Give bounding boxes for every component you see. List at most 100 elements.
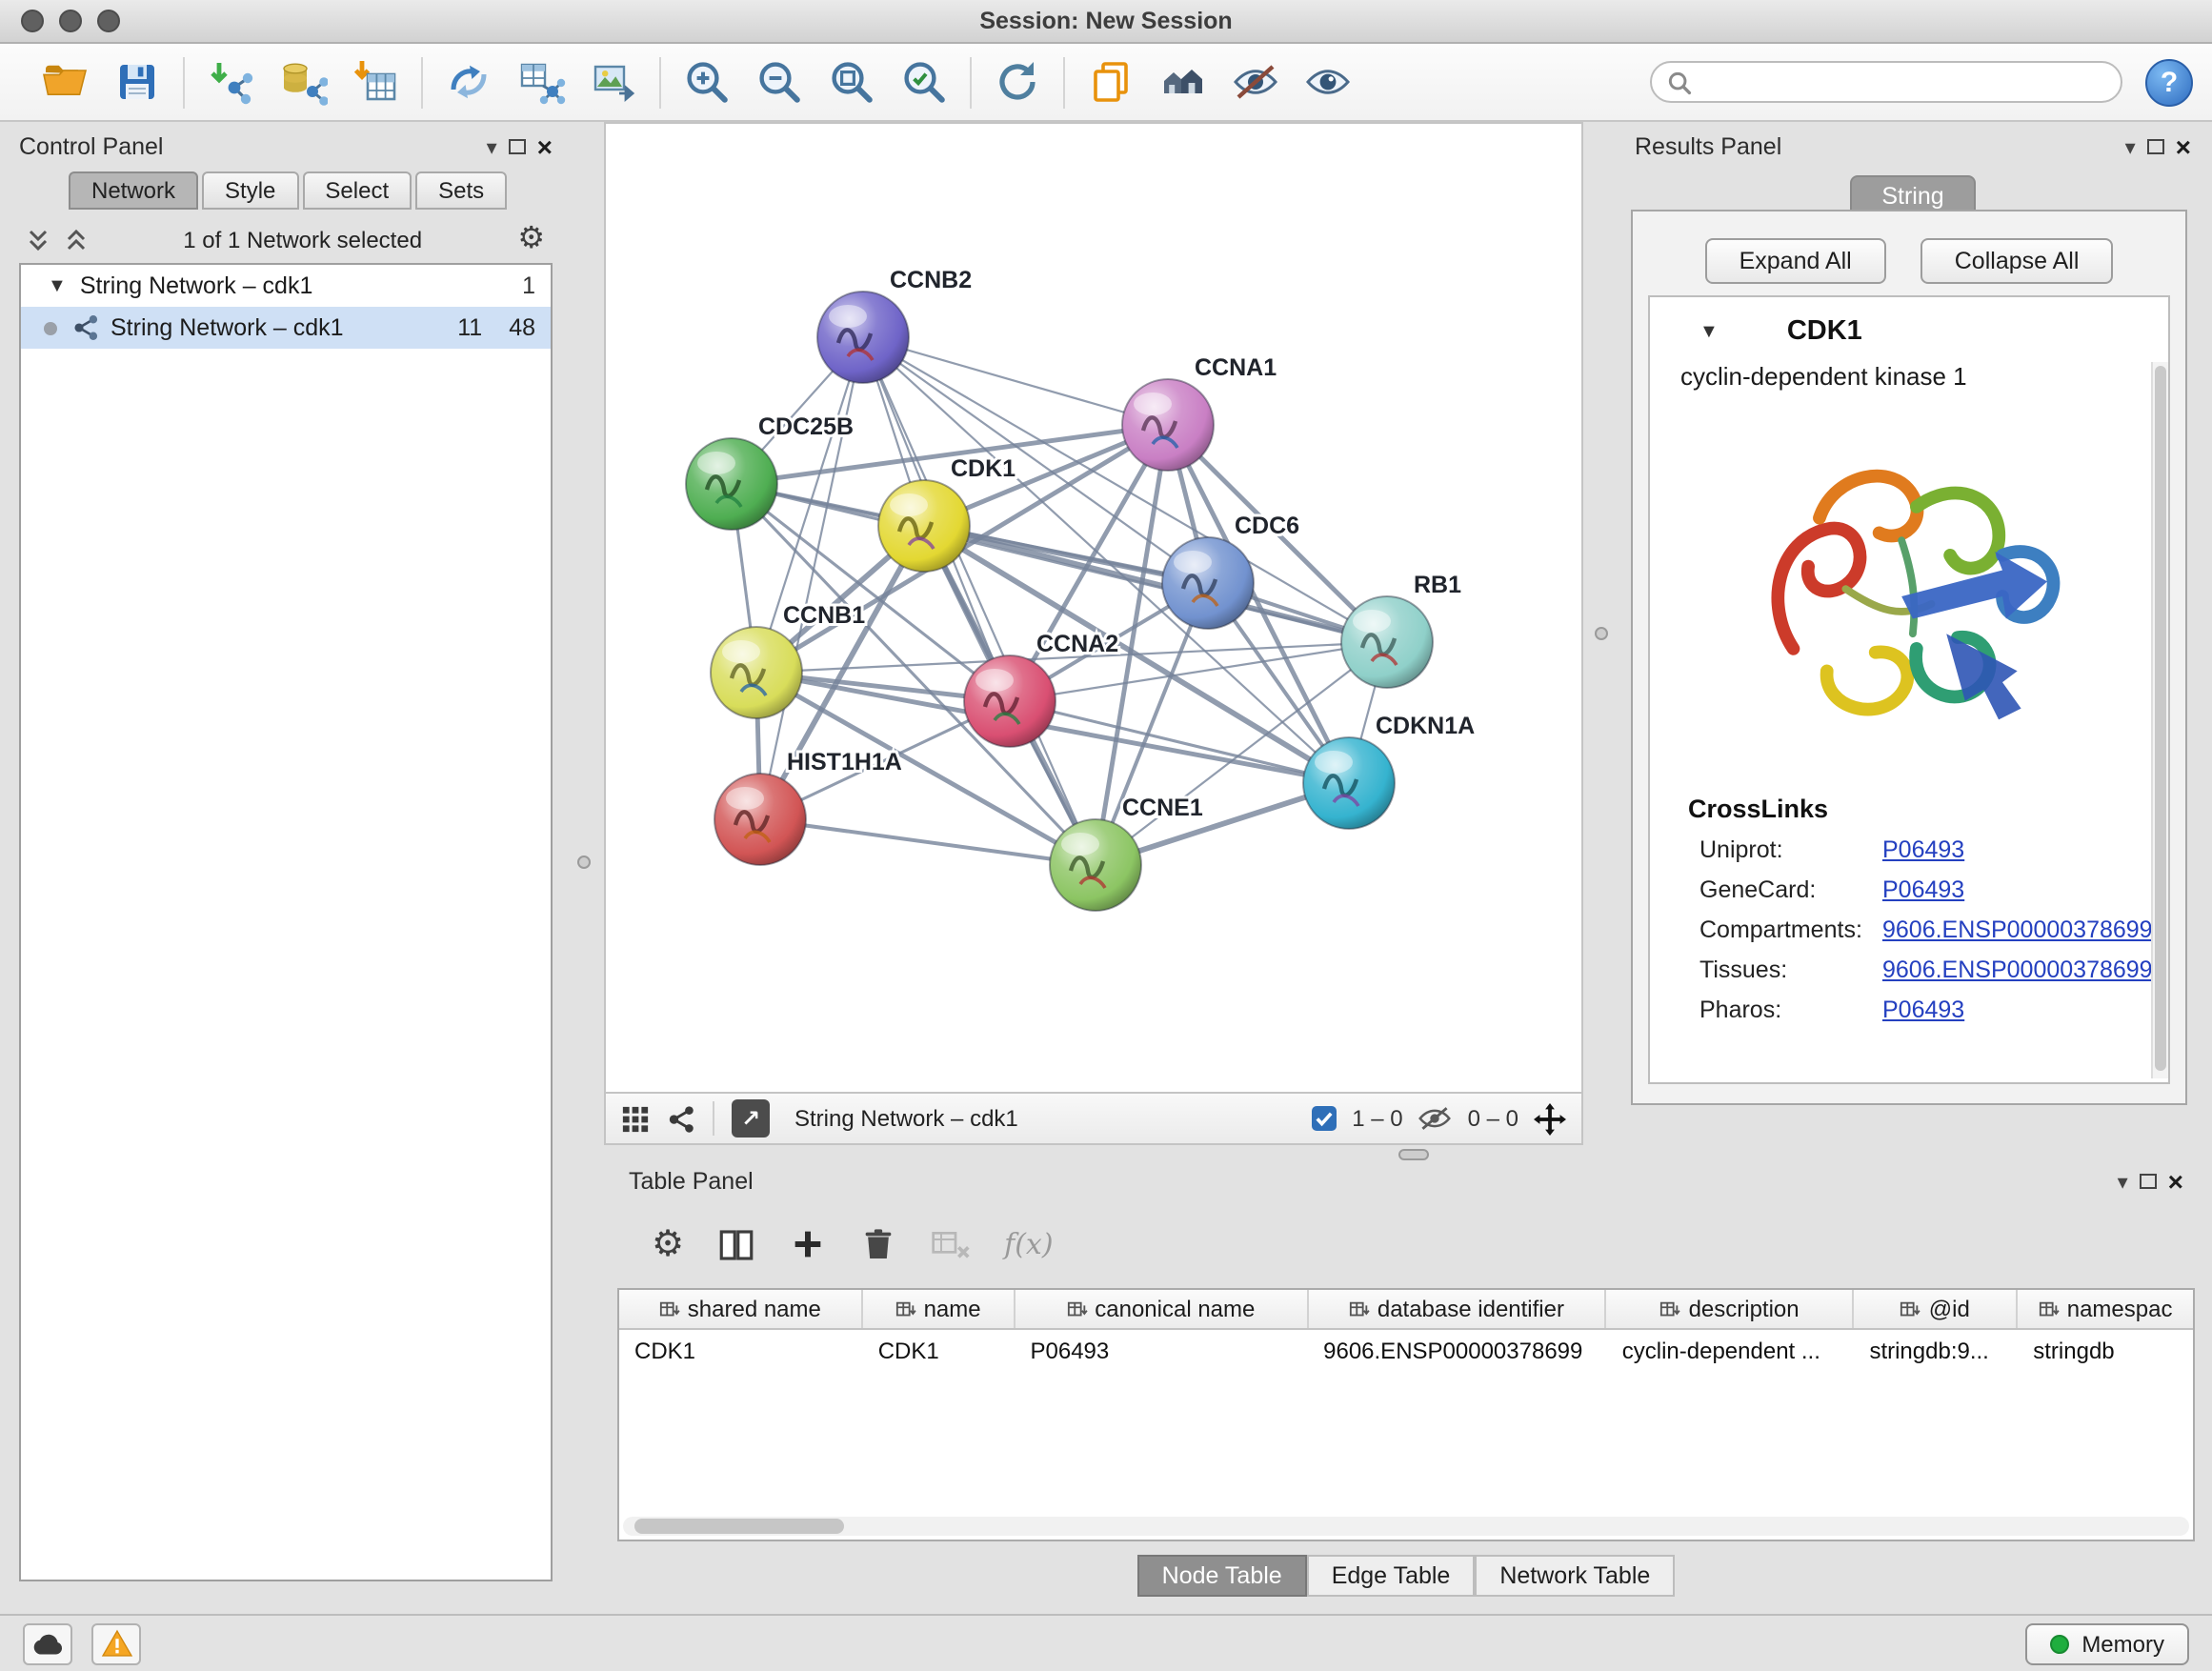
open-session-button[interactable] bbox=[36, 53, 93, 111]
show-columns-icon[interactable] bbox=[716, 1224, 756, 1264]
column-header[interactable]: name bbox=[863, 1290, 1016, 1328]
crosslink-link[interactable]: P06493 bbox=[1882, 997, 1964, 1023]
crosslink-link[interactable]: 9606.ENSP00000378699 bbox=[1882, 956, 2153, 983]
network-edge-CDK1-RB1[interactable] bbox=[924, 526, 1387, 642]
network-node-CCNA1[interactable] bbox=[1122, 379, 1214, 471]
network-node-CDC25B[interactable] bbox=[686, 438, 777, 530]
tab-edge-table[interactable]: Edge Table bbox=[1307, 1555, 1476, 1597]
import-network-from-file-button[interactable] bbox=[202, 53, 259, 111]
zoom-out-icon bbox=[754, 57, 804, 107]
column-header[interactable]: description bbox=[1607, 1290, 1855, 1328]
hidden-items-eye-slash-icon[interactable] bbox=[1418, 1105, 1453, 1132]
float-panel-icon[interactable] bbox=[2140, 1174, 2157, 1189]
tab-style[interactable]: Style bbox=[202, 171, 298, 210]
right-splitter-handle[interactable] bbox=[1595, 627, 1608, 640]
network-node-CCNB1[interactable] bbox=[711, 627, 802, 718]
create-network-from-table-button[interactable] bbox=[513, 53, 570, 111]
network-node-HIST1H1A[interactable] bbox=[714, 774, 806, 865]
export-image-icon bbox=[589, 57, 638, 107]
warnings-button[interactable] bbox=[91, 1622, 141, 1664]
network-options-gear-icon[interactable]: ⚙ bbox=[517, 225, 545, 255]
help-button[interactable]: ? bbox=[2145, 58, 2193, 106]
column-header[interactable]: namespac bbox=[2018, 1290, 2193, 1328]
grid-view-icon[interactable] bbox=[621, 1104, 650, 1133]
refresh-view-button[interactable] bbox=[989, 53, 1046, 111]
column-header[interactable]: @id bbox=[1854, 1290, 2018, 1328]
network-edge-HIST1H1A-CCNE1[interactable] bbox=[760, 819, 1096, 865]
zoom-selected-button[interactable] bbox=[895, 53, 953, 111]
zoom-out-button[interactable] bbox=[751, 53, 808, 111]
import-table-from-file-button[interactable] bbox=[347, 53, 404, 111]
share-view-icon[interactable] bbox=[667, 1104, 695, 1133]
column-header[interactable]: canonical name bbox=[1016, 1290, 1309, 1328]
network-node-CDKN1A[interactable] bbox=[1303, 737, 1395, 829]
table-horizontal-scrollbar[interactable] bbox=[623, 1517, 2189, 1536]
crosslink-link[interactable]: P06493 bbox=[1882, 836, 1964, 863]
duplicate-network-button[interactable] bbox=[1082, 53, 1139, 111]
network-tree-row-string-network[interactable]: String Network – cdk1 11 48 bbox=[21, 307, 551, 349]
tab-network-table[interactable]: Network Table bbox=[1475, 1555, 1675, 1597]
column-header[interactable]: database identifier bbox=[1308, 1290, 1607, 1328]
close-panel-icon[interactable]: × bbox=[2168, 1168, 2183, 1195]
birds-eye-view-button[interactable] bbox=[1155, 53, 1212, 111]
expand-all-chevrons-icon[interactable] bbox=[27, 229, 50, 252]
tab-network[interactable]: Network bbox=[69, 171, 198, 210]
zoom-in-button[interactable] bbox=[678, 53, 735, 111]
panel-menu-icon[interactable]: ▾ bbox=[2118, 1169, 2128, 1194]
network-arrows-button[interactable] bbox=[440, 53, 497, 111]
tab-select[interactable]: Select bbox=[302, 171, 412, 210]
memory-button[interactable]: Memory bbox=[2024, 1622, 2189, 1664]
table-settings-gear-icon[interactable]: ⚙ bbox=[652, 1226, 684, 1262]
network-node-CCNB2[interactable] bbox=[817, 292, 909, 383]
hidden-node-edge-counts: 0 – 0 bbox=[1468, 1105, 1518, 1132]
network-canvas[interactable]: CCNB2CCNA1CDC25BCDK1CDC6RB1CCNB1CCNA2CDK… bbox=[604, 122, 1583, 1094]
zoom-fit-content-button[interactable] bbox=[823, 53, 880, 111]
network-node-CDK1[interactable] bbox=[878, 480, 970, 572]
float-panel-icon[interactable] bbox=[2147, 139, 2164, 154]
table-row[interactable]: CDK1 CDK1 P06493 9606.ENSP00000378699 cy… bbox=[619, 1330, 2193, 1372]
close-panel-icon[interactable]: × bbox=[2176, 133, 2191, 160]
expand-all-button[interactable]: Expand All bbox=[1705, 238, 1886, 284]
hide-graphics-details-button[interactable] bbox=[1227, 53, 1284, 111]
network-edge-CCNB2-CCNE1[interactable] bbox=[863, 337, 1096, 865]
network-node-CDC6[interactable] bbox=[1162, 537, 1254, 629]
collapse-all-button[interactable]: Collapse All bbox=[1920, 238, 2114, 284]
collapse-entry-triangle-icon[interactable]: ▼ bbox=[1699, 321, 1719, 342]
network-graph[interactable]: CCNB2CCNA1CDC25BCDK1CDC6RB1CCNB1CCNA2CDK… bbox=[606, 124, 1581, 1092]
network-node-label: CCNA2 bbox=[1036, 631, 1118, 657]
network-node-RB1[interactable] bbox=[1341, 596, 1433, 688]
horizontal-splitter-handle[interactable] bbox=[1398, 1149, 1429, 1160]
crosslink-link[interactable]: P06493 bbox=[1882, 876, 1964, 903]
add-column-plus-icon[interactable] bbox=[789, 1225, 827, 1263]
results-scrollbar[interactable] bbox=[2151, 362, 2168, 1078]
selected-nodes-checkbox-icon[interactable] bbox=[1310, 1105, 1337, 1132]
delete-column-trash-icon[interactable] bbox=[859, 1225, 897, 1263]
close-panel-icon[interactable]: × bbox=[537, 133, 553, 160]
crosslink-link[interactable]: 9606.ENSP00000378699 bbox=[1882, 916, 2153, 943]
disclosure-triangle-icon[interactable]: ▼ bbox=[48, 275, 67, 296]
network-node-CCNE1[interactable] bbox=[1050, 819, 1141, 911]
open-in-browser-button[interactable]: ↗ bbox=[732, 1099, 770, 1137]
tab-node-table[interactable]: Node Table bbox=[1137, 1555, 1307, 1597]
toolbar-search[interactable] bbox=[1650, 61, 2122, 103]
panel-menu-icon[interactable]: ▾ bbox=[487, 134, 497, 159]
table-tabs: Node Table Edge Table Network Table bbox=[617, 1555, 2195, 1597]
network-edge-CCNB2-CCNA1[interactable] bbox=[863, 337, 1168, 425]
search-input[interactable] bbox=[1701, 69, 2105, 95]
function-builder-icon[interactable]: f(x) bbox=[1004, 1227, 1053, 1261]
network-tree-root-row[interactable]: ▼ String Network – cdk1 1 bbox=[21, 265, 551, 307]
left-splitter-handle[interactable] bbox=[577, 856, 591, 869]
network-node-CCNA2[interactable] bbox=[964, 655, 1056, 747]
network-edge-CCNB2-HIST1H1A[interactable] bbox=[760, 337, 863, 819]
fit-selected-crosshair-icon[interactable] bbox=[1534, 1102, 1566, 1135]
import-network-from-database-button[interactable] bbox=[274, 53, 332, 111]
export-image-button[interactable] bbox=[585, 53, 642, 111]
float-panel-icon[interactable] bbox=[509, 139, 526, 154]
show-graphics-details-button[interactable] bbox=[1299, 53, 1357, 111]
save-session-button[interactable] bbox=[109, 53, 166, 111]
panel-menu-icon[interactable]: ▾ bbox=[2125, 134, 2136, 159]
cloud-status-button[interactable] bbox=[23, 1622, 72, 1664]
tab-sets[interactable]: Sets bbox=[415, 171, 507, 210]
collapse-all-chevrons-icon[interactable] bbox=[65, 229, 88, 252]
column-header[interactable]: shared name bbox=[619, 1290, 863, 1328]
